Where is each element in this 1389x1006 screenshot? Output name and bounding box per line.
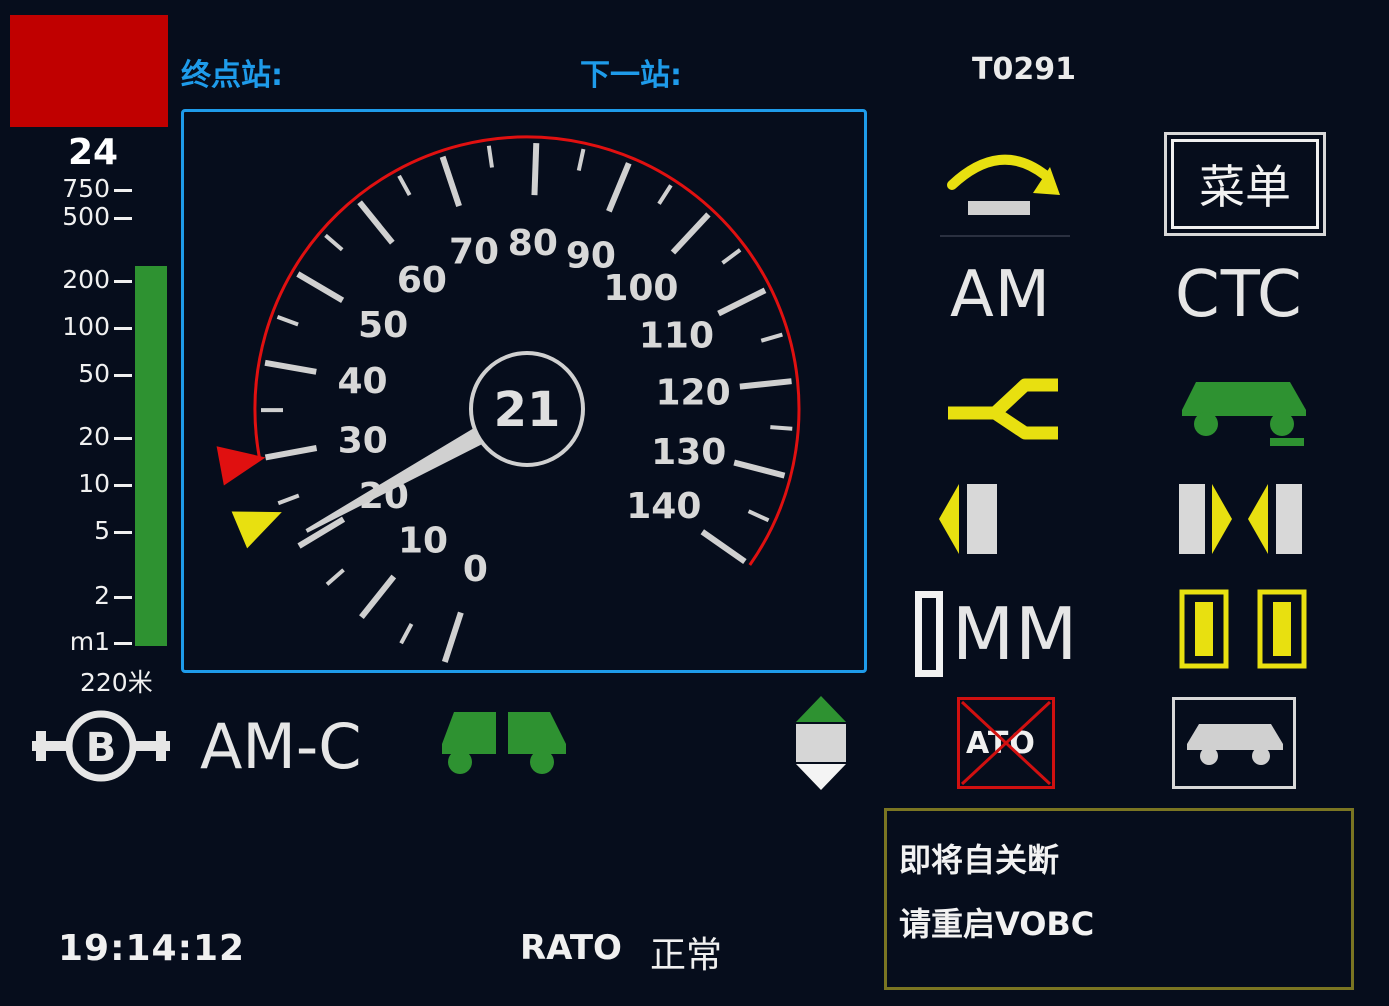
svg-text:B: B xyxy=(86,725,117,771)
major-tick xyxy=(439,155,462,208)
train-id: T0291 xyxy=(972,52,1076,87)
speed-tick-label: 10 xyxy=(398,521,448,562)
major-tick xyxy=(264,359,317,375)
minor-tick xyxy=(657,184,673,205)
speed-tick-label: 70 xyxy=(449,232,499,273)
speed-tick-label: 30 xyxy=(338,420,388,461)
speed-tick-label: 100 xyxy=(603,268,678,309)
distance-scale-tick xyxy=(114,596,132,599)
speed-tick-label: 40 xyxy=(337,361,387,402)
minor-tick xyxy=(276,315,299,327)
major-tick xyxy=(733,459,786,479)
manual-mode-marker xyxy=(915,591,943,677)
brake-b-icon: B xyxy=(32,710,170,782)
speed-tick-label: 140 xyxy=(626,486,701,527)
drive-mode: AM xyxy=(950,258,1051,332)
ato-disabled-icon: ATO xyxy=(957,697,1055,789)
target-speed-marker xyxy=(231,511,282,549)
distance-scale-label: 500 xyxy=(62,202,110,231)
minor-tick xyxy=(760,332,783,343)
distance-scale-tick xyxy=(114,327,132,330)
major-tick xyxy=(739,378,792,390)
major-tick xyxy=(359,574,397,620)
operating-mode: AM-C xyxy=(200,710,362,783)
minor-tick xyxy=(576,148,586,171)
major-tick xyxy=(441,611,464,663)
distance-scale-label: 100 xyxy=(62,312,110,341)
distance-scale-label: 2 xyxy=(94,581,110,610)
distance-scale-tick xyxy=(114,189,132,192)
minor-tick xyxy=(277,493,300,506)
speed-tick-label: 50 xyxy=(358,305,408,346)
speed-tick-label: 120 xyxy=(656,373,731,414)
distance-scale-tick xyxy=(114,437,132,440)
next-station-label: 下一站: xyxy=(580,58,682,93)
major-tick xyxy=(357,200,395,245)
rato-label: RATO xyxy=(520,928,622,968)
speed-tick-label: 130 xyxy=(651,432,726,473)
minor-tick xyxy=(747,509,770,523)
distance-scale-label: 200 xyxy=(62,265,110,294)
major-tick xyxy=(670,212,711,255)
menu-label: 菜单 xyxy=(1199,160,1291,214)
turnout-icon xyxy=(948,378,1058,440)
minor-tick xyxy=(399,622,414,645)
speed-needle xyxy=(305,428,483,533)
skip-station-icon xyxy=(940,154,1070,237)
control-level: CTC xyxy=(1175,258,1303,332)
distance-scale-label: 50 xyxy=(78,359,110,388)
distance-scale-label: 5 xyxy=(94,516,110,545)
distance-scale-tick xyxy=(114,484,132,487)
speed-tick-label: 60 xyxy=(397,260,447,301)
menu-button[interactable]: 菜单 xyxy=(1164,132,1326,236)
left-door-icon xyxy=(939,484,997,554)
terminal-station-label: 终点站: xyxy=(181,58,283,93)
distance-scale-label: m1 xyxy=(69,627,110,656)
major-tick xyxy=(700,529,747,565)
speed-tick-label: 110 xyxy=(639,315,714,356)
minor-tick xyxy=(325,568,345,586)
minor-tick xyxy=(324,233,344,252)
train-gray-icon xyxy=(1187,724,1283,765)
train-outline-button[interactable] xyxy=(1172,697,1296,789)
distance-scale-tick xyxy=(114,280,132,283)
message-box: 即将自关断 请重启VOBC xyxy=(884,808,1354,990)
rato-status: 正常 xyxy=(650,935,723,976)
distance-scale-tick xyxy=(114,374,132,377)
coupled-train-icon xyxy=(442,712,566,774)
distance-scale-tick xyxy=(114,531,132,534)
minor-tick xyxy=(486,145,494,168)
cross-icon xyxy=(960,700,1052,786)
speed-tick-label: 80 xyxy=(508,223,558,264)
minor-tick xyxy=(397,174,412,197)
current-speed: 21 xyxy=(494,382,561,438)
distance-scale-label: 10 xyxy=(78,469,110,498)
message-line-2: 请重启VOBC xyxy=(899,905,1095,943)
distance-scale-tick xyxy=(114,217,132,220)
distance-scale-label: 20 xyxy=(78,422,110,451)
major-tick xyxy=(531,143,540,196)
major-tick xyxy=(606,162,632,213)
major-tick xyxy=(264,445,318,461)
message-line-1: 即将自关断 xyxy=(899,841,1060,879)
major-tick xyxy=(717,287,767,317)
manual-mode: MM xyxy=(952,592,1079,676)
speed-tick-label: 0 xyxy=(463,549,488,590)
distance-bar xyxy=(135,266,167,646)
clock-time: 19:14:12 xyxy=(58,928,246,969)
minor-tick xyxy=(721,248,742,265)
major-tick xyxy=(296,271,345,303)
both-doors-icon xyxy=(1179,484,1302,554)
distance-scale-label: 750 xyxy=(62,174,110,203)
speedometer: 010203040506070 80 9010011012013014021 xyxy=(216,135,801,663)
train-green-icon xyxy=(1182,382,1306,446)
minor-tick xyxy=(770,425,793,431)
distance-text: 220米 xyxy=(80,668,153,697)
direction-icon xyxy=(796,696,846,790)
distance-scale-tick xyxy=(114,642,132,645)
platform-door-icon xyxy=(1179,589,1307,669)
